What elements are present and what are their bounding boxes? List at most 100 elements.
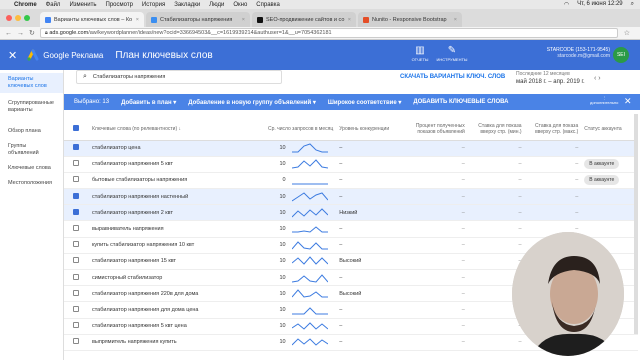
- download-ideas-button[interactable]: СКАЧАТЬ ВАРИАНТЫ КЛЮЧ. СЛОВ: [400, 74, 505, 80]
- search-icon[interactable]: ⌕: [631, 1, 634, 8]
- competition-cell: –: [336, 220, 412, 238]
- browser-tab[interactable]: Стабилизаторы напряжения ×: [146, 12, 250, 27]
- row-checkbox[interactable]: [64, 269, 89, 287]
- row-checkbox[interactable]: [64, 204, 89, 222]
- row-checkbox[interactable]: [64, 237, 89, 254]
- tools-button[interactable]: ✎ ИНСТРУМЕНТЫ: [437, 44, 468, 62]
- menu-item[interactable]: Файл: [46, 2, 61, 8]
- row-checkbox[interactable]: [64, 253, 89, 271]
- sidebar-item-keywords[interactable]: Ключевые слова: [0, 162, 63, 175]
- sidebar-item-ad-groups[interactable]: Группы объявлений: [0, 140, 63, 160]
- more-button[interactable]: ⋮ дополнительно: [590, 95, 618, 105]
- address-bar-row: ← → ↻ 🔒︎ ads.google.com/aw/keywordplanne…: [0, 27, 640, 40]
- sidebar-item-keyword-ideas[interactable]: Варианты ключевых слов: [0, 73, 63, 93]
- col-volume[interactable]: Ср. число запросов в месяц: [247, 118, 337, 141]
- menu-app-name[interactable]: Chrome: [14, 2, 37, 8]
- sparkline: [291, 289, 328, 298]
- col-impression-share[interactable]: Процент полученных показов объявлений: [411, 118, 468, 141]
- back-icon[interactable]: ←: [5, 30, 12, 37]
- row-checkbox[interactable]: [64, 301, 89, 319]
- macos-menubar: Chrome Файл Изменить Просмотр История За…: [0, 0, 640, 9]
- table-row[interactable]: стабилизатор напряжения 5 квт 10– – – – В акк…: [64, 156, 638, 173]
- period-nav-icons[interactable]: ‹ ›: [594, 75, 601, 82]
- keyword-cell[interactable]: стабилизатор напряжения настенный: [88, 188, 248, 206]
- browser-tab[interactable]: Nunito - Responsive Bootstrap ×: [358, 12, 462, 27]
- table-row[interactable]: стабилизатор цена 10– – – –: [64, 140, 638, 157]
- close-tab-icon[interactable]: ×: [136, 17, 139, 23]
- browser-tab[interactable]: Варианты ключевых слов – Ко ×: [40, 12, 144, 27]
- star-icon[interactable]: ☆: [624, 29, 630, 37]
- trend-sparkline: [288, 172, 337, 190]
- close-tab-icon[interactable]: ×: [454, 17, 457, 23]
- table-row[interactable]: бытовые стабилизаторы напряжения 0– – – – В а…: [64, 172, 638, 190]
- keyword-cell[interactable]: стабилизатор напряжения 5 квт цена: [88, 318, 248, 335]
- keyword-cell[interactable]: стабилизатор напряжения 220в для дома: [88, 285, 248, 303]
- sidebar-item-grouped-ideas[interactable]: Сгруппированные варианты: [0, 97, 63, 117]
- col-account-status[interactable]: Статус аккаунта: [581, 118, 638, 141]
- clock[interactable]: Чт, 6 июня 12:29: [577, 1, 623, 8]
- close-icon[interactable]: ✕: [8, 49, 17, 62]
- add-to-plan-dropdown[interactable]: Добавить в план ▾: [121, 99, 176, 106]
- close-selection-icon[interactable]: ✕: [624, 96, 632, 107]
- menu-item[interactable]: Справка: [256, 2, 280, 8]
- account-info[interactable]: STARCODE (153-171-9545) starcode.m@gmail…: [510, 47, 610, 59]
- keyword-cell[interactable]: выпрямитель напряжения купить: [88, 334, 248, 351]
- keyword-cell[interactable]: бытовые стабилизаторы напряжения: [88, 172, 248, 190]
- close-window-icon[interactable]: [6, 15, 12, 21]
- keyword-cell[interactable]: стабилизатор напряжения для дома цена: [88, 301, 248, 319]
- new-ad-group-dropdown[interactable]: Добавление в новую группу объявлений ▾: [188, 99, 316, 106]
- sparkline: [291, 143, 328, 153]
- row-checkbox[interactable]: [64, 156, 89, 173]
- url-field[interactable]: 🔒︎ ads.google.com/aw/keywordplanner/idea…: [39, 28, 618, 38]
- close-tab-icon[interactable]: ×: [242, 17, 245, 23]
- menu-item[interactable]: Окно: [233, 2, 247, 8]
- browser-tab[interactable]: SEO-продвижение сайтов и со ×: [252, 12, 356, 27]
- keyword-search-input[interactable]: ⌕ Стабилизаторы напряжения: [76, 70, 282, 84]
- menu-item[interactable]: Закладки: [174, 2, 200, 8]
- table-row[interactable]: стабилизатор напряжения 2 квт 10 Низкий – – –: [64, 204, 638, 222]
- col-keyword[interactable]: Ключевые слова (по релевантности) ↓: [88, 118, 248, 141]
- row-checkbox[interactable]: [64, 318, 89, 335]
- col-bid-high[interactable]: Ставка для показа вверху стр. (макс.): [524, 118, 582, 141]
- sidebar-item-plan-overview[interactable]: Обзор плана: [0, 125, 63, 138]
- keyword-cell[interactable]: стабилизатор напряжения 5 квт: [88, 156, 248, 173]
- row-checkbox[interactable]: [64, 285, 89, 303]
- row-checkbox[interactable]: [64, 334, 89, 351]
- url-path: /aw/keywordplanner/ideas/new?ocid=336694…: [88, 30, 332, 36]
- keyword-cell[interactable]: стабилизатор цена: [88, 140, 248, 157]
- menu-item[interactable]: Люди: [209, 2, 224, 8]
- col-competition[interactable]: Уровень конкуренции: [336, 118, 412, 141]
- row-checkbox[interactable]: [64, 140, 89, 157]
- row-checkbox[interactable]: [64, 172, 89, 190]
- menu-item[interactable]: История: [142, 2, 165, 8]
- menu-item[interactable]: Просмотр: [106, 2, 133, 8]
- keyword-cell[interactable]: симисторный стабилизатор: [88, 269, 248, 287]
- close-tab-icon[interactable]: ×: [348, 17, 351, 23]
- sidebar-item-locations[interactable]: Местоположения: [0, 177, 63, 190]
- keyword-cell[interactable]: стабилизатор напряжения 15 квт: [88, 253, 248, 271]
- scrollbar[interactable]: [634, 114, 638, 334]
- forward-icon[interactable]: →: [17, 30, 24, 37]
- avatar[interactable]: SEI: [613, 47, 629, 63]
- reload-icon[interactable]: ↻: [29, 29, 35, 37]
- keyword-cell[interactable]: стабилизатор напряжения 2 квт: [88, 204, 248, 222]
- select-all-checkbox[interactable]: [64, 118, 89, 141]
- row-checkbox[interactable]: [64, 188, 89, 206]
- row-checkbox[interactable]: [64, 220, 89, 238]
- volume-cell: 0: [247, 172, 289, 190]
- favicon-icon: [257, 16, 263, 23]
- wifi-icon[interactable]: ◠: [564, 1, 569, 8]
- match-type-dropdown[interactable]: Широкое соответствие ▾: [328, 99, 402, 106]
- period-select[interactable]: май 2018 г. – апр. 2019 г.: [516, 79, 585, 85]
- impression-share-cell: –: [411, 301, 468, 319]
- menu-item[interactable]: Изменить: [69, 2, 96, 8]
- add-keywords-button[interactable]: ДОБАВИТЬ КЛЮЧЕВЫЕ СЛОВА: [413, 99, 508, 105]
- col-bid-low[interactable]: Ставка для показа вверху стр. (мин.): [467, 118, 525, 141]
- bid-low-cell: –: [467, 140, 525, 157]
- zoom-window-icon[interactable]: [24, 15, 30, 21]
- keyword-cell[interactable]: купить стабилизатор напряжения 10 квт: [88, 237, 248, 254]
- keyword-cell[interactable]: выравниватель напряжения: [88, 220, 248, 238]
- table-row[interactable]: стабилизатор напряжения настенный 10– – – –: [64, 188, 638, 206]
- minimize-window-icon[interactable]: [15, 15, 21, 21]
- reports-button[interactable]: ▥ ОТЧЕТЫ: [410, 44, 430, 62]
